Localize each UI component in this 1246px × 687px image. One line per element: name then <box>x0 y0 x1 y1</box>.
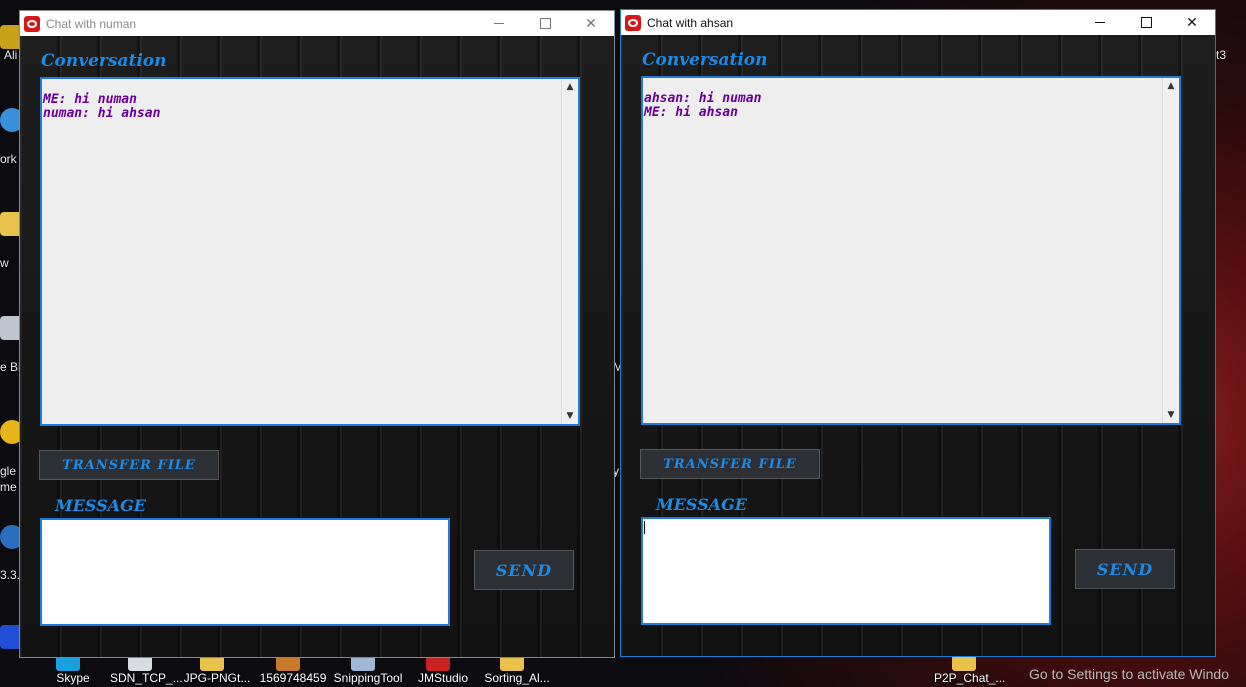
title-bar[interactable]: Chat with numan ✕ <box>20 11 614 36</box>
taskbar-jmstudio[interactable]: JMStudio <box>408 655 468 687</box>
taskbar-label: Sorting_Al... <box>484 671 550 685</box>
taskbar-sdn[interactable]: SDN_TCP_... <box>110 655 183 687</box>
close-icon: ✕ <box>585 15 597 32</box>
close-button[interactable]: ✕ <box>1169 10 1215 35</box>
conversation-area[interactable]: ME: hi numan numan: hi ahsan ▲ ▼ <box>40 77 580 426</box>
chat-message: ME: hi numan <box>43 92 137 107</box>
conversation-label: Conversation <box>41 51 167 71</box>
maximize-icon <box>539 18 551 29</box>
desktop-label[interactable]: ork <box>0 152 17 166</box>
desktop-label[interactable]: w <box>0 256 9 270</box>
scroll-up-icon[interactable]: ▲ <box>1163 78 1179 94</box>
message-label: MESSAGE <box>656 495 747 514</box>
scroll-up-icon[interactable]: ▲ <box>562 79 578 95</box>
transfer-file-button[interactable]: TRANSFER FILE <box>39 450 219 480</box>
maximize-icon <box>1140 17 1152 28</box>
taskbar-label: SnippingTool <box>333 671 403 685</box>
message-input[interactable] <box>40 518 450 626</box>
chat-window-ahsan: Chat with ahsan ✕ Conversation ahsan: hi… <box>620 9 1216 657</box>
window-content: Conversation ahsan: hi numan ME: hi ahsa… <box>621 35 1215 656</box>
maximize-button[interactable] <box>1123 10 1169 35</box>
activate-subtitle: Go to Settings to activate Windo <box>1029 666 1229 682</box>
send-button[interactable]: SEND <box>474 550 574 590</box>
close-button[interactable]: ✕ <box>568 11 614 36</box>
taskbar-label: P2P_Chat_... <box>934 671 1006 685</box>
app-icon <box>24 15 40 32</box>
title-bar[interactable]: Chat with ahsan ✕ <box>621 10 1215 35</box>
chat-message: numan: hi ahsan <box>43 106 161 121</box>
scroll-down-icon[interactable]: ▼ <box>562 408 578 424</box>
minimize-icon <box>1095 22 1105 23</box>
app-icon <box>625 14 641 31</box>
close-icon: ✕ <box>1186 14 1198 31</box>
minimize-button[interactable] <box>476 11 522 36</box>
taskbar-label: JPG-PNGt... <box>183 671 251 685</box>
conversation-text: ahsan: hi numan ME: hi ahsan <box>644 92 761 120</box>
minimize-button[interactable] <box>1077 10 1123 35</box>
taskbar-snippingtool[interactable]: SnippingTool <box>333 655 402 687</box>
chat-window-numan: Chat with numan ✕ Conversation ME: hi nu… <box>19 10 615 658</box>
message-input[interactable] <box>641 517 1051 625</box>
taskbar-label: Skype <box>56 671 90 685</box>
taskbar-jpg[interactable]: JPG-PNGt... <box>182 655 250 687</box>
transfer-file-button[interactable]: TRANSFER FILE <box>640 449 820 479</box>
desktop-label[interactable]: gle <box>0 464 16 478</box>
taskbar-skype[interactable]: Skype <box>38 655 98 687</box>
chat-message: ahsan: hi numan <box>644 91 762 106</box>
taskbar-sorting[interactable]: Sorting_Al... <box>482 655 550 687</box>
window-title: Chat with numan <box>46 16 137 31</box>
minimize-icon <box>494 23 504 24</box>
taskbar-label: SDN_TCP_... <box>110 671 183 685</box>
conversation-text: ME: hi numan numan: hi ahsan <box>43 93 160 121</box>
taskbar-p2p[interactable]: P2P_Chat_... <box>934 655 1005 687</box>
message-label: MESSAGE <box>55 496 146 515</box>
desktop-label[interactable]: Ali <box>4 48 17 62</box>
conversation-area[interactable]: ahsan: hi numan ME: hi ahsan ▲ ▼ <box>641 76 1181 425</box>
conversation-label: Conversation <box>642 50 768 70</box>
scroll-down-icon[interactable]: ▼ <box>1163 407 1179 423</box>
folder-icon <box>952 655 976 671</box>
desktop-label[interactable]: me <box>0 480 17 494</box>
vertical-scrollbar[interactable]: ▲ ▼ <box>1162 78 1179 423</box>
taskbar-1569748459[interactable]: 1569748459 <box>258 655 326 687</box>
window-title: Chat with ahsan <box>647 15 734 30</box>
vertical-scrollbar[interactable]: ▲ ▼ <box>561 79 578 424</box>
maximize-button[interactable] <box>522 11 568 36</box>
chat-message: ME: hi ahsan <box>644 105 738 120</box>
desktop-label[interactable]: t3 <box>1216 48 1226 62</box>
taskbar-label: 1569748459 <box>259 671 327 685</box>
taskbar-label: JMStudio <box>417 671 469 685</box>
text-caret <box>644 521 645 534</box>
send-button[interactable]: SEND <box>1075 549 1175 589</box>
window-content: Conversation ME: hi numan numan: hi ahsa… <box>20 36 614 657</box>
